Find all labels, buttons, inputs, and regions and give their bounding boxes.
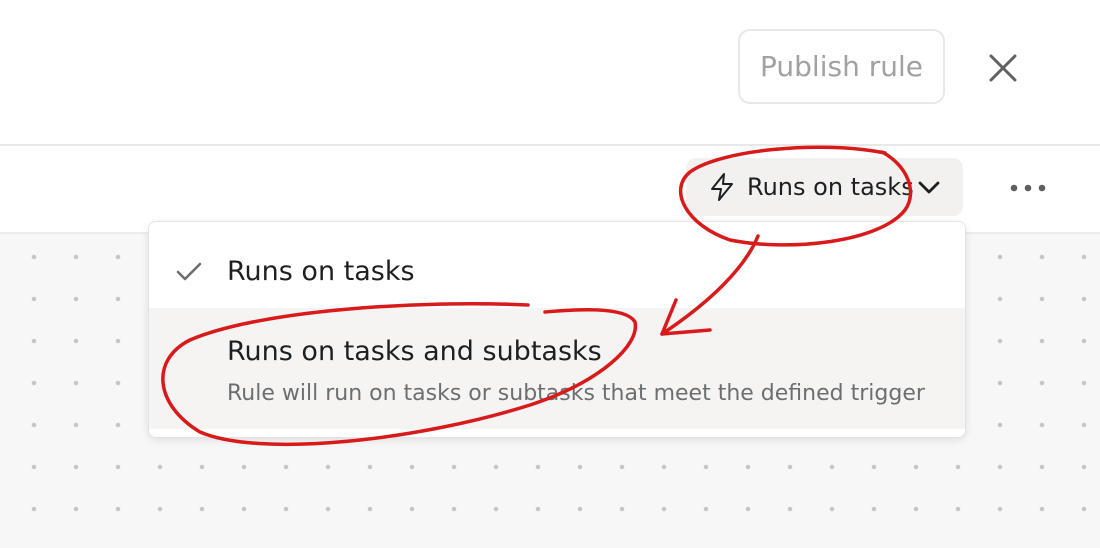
option-description: Rule will run on tasks or subtasks that …	[227, 381, 925, 406]
close-button[interactable]	[975, 40, 1031, 96]
option-label: Runs on tasks and subtasks	[227, 336, 602, 367]
top-bar: Publish rule	[0, 0, 1100, 146]
option-runs-on-tasks[interactable]: Runs on tasks	[149, 222, 965, 308]
option-runs-on-tasks-and-subtasks[interactable]: Runs on tasks and subtasks Rule will run…	[149, 308, 965, 429]
runs-on-label: Runs on tasks	[747, 173, 914, 201]
chevron-down-icon	[918, 181, 940, 194]
close-icon	[989, 54, 1017, 82]
more-horizontal-icon	[1010, 184, 1046, 192]
more-options-button[interactable]	[1002, 166, 1054, 210]
runs-on-dropdown-button[interactable]: Runs on tasks	[686, 158, 963, 216]
lightning-bolt-icon	[711, 173, 733, 201]
publish-rule-label: Publish rule	[760, 50, 923, 83]
runs-on-dropdown-menu: Runs on tasks Runs on tasks and subtasks…	[148, 221, 966, 438]
publish-rule-button[interactable]: Publish rule	[738, 29, 945, 104]
checkmark-icon	[176, 262, 202, 281]
option-label: Runs on tasks	[227, 256, 415, 287]
